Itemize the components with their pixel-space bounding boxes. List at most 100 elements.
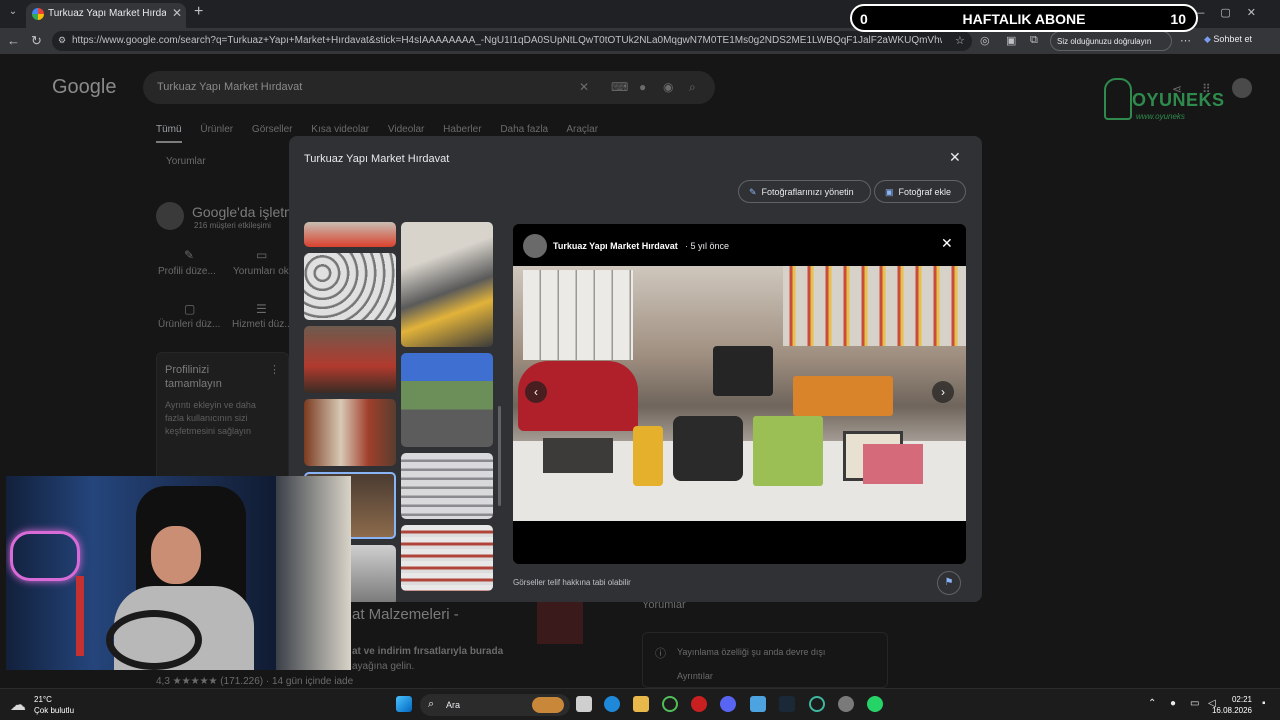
back-icon[interactable]: ← bbox=[7, 33, 20, 48]
tab-products[interactable]: Ürünler bbox=[200, 124, 233, 135]
thumbnail[interactable] bbox=[401, 525, 493, 591]
mascot-logo-icon bbox=[1104, 78, 1132, 120]
app-gray-icon[interactable] bbox=[838, 696, 854, 712]
tab-videos[interactable]: Videolar bbox=[388, 124, 425, 135]
site-info-icon[interactable]: ⚙ bbox=[58, 35, 66, 46]
clear-icon[interactable]: ✕ bbox=[579, 80, 589, 94]
profile-card-title: Profilinizi tamamlayın bbox=[165, 364, 222, 390]
browser-tab[interactable]: Turkuaz Yapı Market Hırdavat - Go ✕ bbox=[26, 3, 186, 28]
report-flag-icon[interactable]: ⚑ bbox=[937, 571, 961, 595]
notification-icon[interactable]: ▪ bbox=[1262, 698, 1266, 709]
action-read-reviews[interactable]: Yorumları ok bbox=[233, 266, 289, 277]
app-blue-icon[interactable] bbox=[750, 696, 766, 712]
tab-images[interactable]: Görseller bbox=[252, 124, 293, 135]
business-avatar bbox=[156, 202, 184, 230]
google-logo[interactable]: Google bbox=[52, 76, 117, 99]
search-query: Turkuaz Yapı Market Hırdavat bbox=[157, 81, 303, 93]
bg-result-heading: at Malzemeleri - bbox=[352, 606, 459, 623]
manage-photos-button[interactable]: ✎ Fotoğraflarınızı yönetin bbox=[738, 180, 871, 203]
photo-tool-case bbox=[543, 438, 613, 473]
clock-date: 16.08.2026 bbox=[1211, 706, 1252, 715]
profile-card-menu-icon[interactable]: ⋮ bbox=[269, 363, 280, 376]
thumbnail[interactable] bbox=[401, 222, 493, 347]
business-title: Google'da işletm bbox=[192, 204, 296, 220]
search-icon: ⌕ bbox=[428, 698, 435, 710]
next-photo-icon[interactable]: › bbox=[932, 381, 954, 403]
webcam-overlay bbox=[6, 476, 351, 670]
search-tabs: Tümü Ürünler Görseller Kısa videolar Vid… bbox=[156, 124, 614, 143]
upload-time: · 5 yıl önce bbox=[685, 241, 730, 251]
modal-title: Turkuaz Yapı Market Hırdavat bbox=[304, 153, 450, 165]
more-menu-icon[interactable]: ⋯ bbox=[1180, 34, 1191, 47]
steam-icon[interactable] bbox=[779, 696, 795, 712]
action-edit-products[interactable]: Ürünleri düz... bbox=[158, 319, 220, 330]
tab-shorts[interactable]: Kısa videolar bbox=[311, 124, 369, 135]
action-edit-services[interactable]: Hizmeti düz... bbox=[232, 319, 293, 330]
thumbnail-scrollbar[interactable] bbox=[498, 406, 501, 506]
viewer-close-icon[interactable]: ✕ bbox=[941, 235, 953, 252]
system-clock[interactable]: 02:21 16.08.2026 bbox=[1212, 694, 1252, 716]
tab-search-icon[interactable]: ⌄ bbox=[6, 6, 20, 20]
file-explorer-icon[interactable] bbox=[633, 696, 649, 712]
copilot-chat-button[interactable]: ◆ Sohbet et bbox=[1204, 34, 1252, 45]
mic-icon[interactable]: ● bbox=[639, 80, 646, 94]
products-icon[interactable]: ▢ bbox=[184, 302, 195, 316]
photo-orange-box bbox=[793, 376, 893, 416]
services-icon[interactable]: ☰ bbox=[256, 302, 267, 316]
photo-gallery-modal: Turkuaz Yapı Market Hırdavat ✕ ✎ Fotoğraf… bbox=[289, 136, 982, 602]
edge-icon[interactable] bbox=[604, 696, 620, 712]
add-photo-icon: ▣ bbox=[885, 187, 894, 197]
window-controls[interactable]: —▢✕ bbox=[1193, 6, 1272, 19]
verify-identity-button[interactable]: Siz olduğunuzu doğrulayın bbox=[1050, 31, 1172, 51]
thumbnail[interactable] bbox=[401, 353, 493, 447]
photo-toolbox bbox=[673, 416, 743, 481]
thumbnail[interactable] bbox=[304, 253, 396, 320]
edit-profile-icon[interactable]: ✎ bbox=[184, 248, 194, 262]
windows-taskbar: ☁ 21°C Çok bulutlu ⌕ Ara ⌃ ● ▭ ◁ 02:21 1… bbox=[0, 688, 1280, 720]
action-edit-profile[interactable]: Profili düze... bbox=[158, 266, 216, 277]
modal-close-icon[interactable]: ✕ bbox=[949, 149, 961, 166]
thumbnail[interactable] bbox=[401, 453, 493, 519]
whatsapp-icon[interactable] bbox=[867, 696, 883, 712]
previous-photo-icon[interactable]: ‹ bbox=[525, 381, 547, 403]
bg-details-link[interactable]: Ayrıntılar bbox=[677, 671, 713, 681]
split-screen-icon[interactable]: ▣ bbox=[1006, 34, 1016, 47]
start-icon[interactable] bbox=[396, 696, 412, 712]
network-icon[interactable]: ▭ bbox=[1190, 698, 1199, 709]
extension-icon[interactable]: ◎ bbox=[980, 34, 990, 47]
reviews-icon[interactable]: ▭ bbox=[256, 248, 267, 262]
add-photo-button[interactable]: ▣ Fotoğraf ekle bbox=[874, 180, 966, 203]
bookmark-star-icon[interactable]: ☆ bbox=[955, 34, 965, 47]
bg-disabled-card: ⓘ Yayınlama özelliği şu anda devre dışı … bbox=[642, 632, 888, 688]
tray-chevron-icon[interactable]: ⌃ bbox=[1148, 698, 1156, 709]
collections-icon[interactable]: ⧉ bbox=[1030, 34, 1038, 47]
thumbnail[interactable] bbox=[304, 222, 396, 247]
tab-reviews[interactable]: Yorumlar bbox=[166, 156, 206, 167]
microphone bbox=[76, 576, 84, 656]
photo-black-case bbox=[713, 346, 773, 396]
lens-icon[interactable]: ◉ bbox=[663, 80, 673, 94]
omnibox[interactable]: ⚙ https://www.google.com/search?q=Turkua… bbox=[52, 31, 972, 51]
tab-news[interactable]: Haberler bbox=[443, 124, 481, 135]
app-red-icon[interactable] bbox=[691, 696, 707, 712]
discord-icon[interactable] bbox=[720, 696, 736, 712]
search-icon[interactable]: ⌕ bbox=[689, 80, 696, 95]
taskbar-search[interactable]: ⌕ Ara bbox=[420, 694, 570, 716]
app-circle-icon[interactable] bbox=[809, 696, 825, 712]
new-tab-icon[interactable]: + bbox=[194, 3, 203, 21]
mic-tray-icon[interactable]: ● bbox=[1170, 698, 1176, 709]
thumbnail[interactable] bbox=[304, 399, 396, 466]
bg-result-line2: ayağına gelin. bbox=[352, 661, 415, 672]
thumbnail[interactable] bbox=[304, 326, 396, 393]
uploader-name[interactable]: Turkuaz Yapı Market Hırdavat bbox=[553, 241, 678, 251]
tab-all[interactable]: Tümü bbox=[156, 124, 182, 143]
reload-icon[interactable]: ↻ bbox=[31, 33, 42, 49]
app-u-icon[interactable] bbox=[662, 696, 678, 712]
taskbar-search-label: Ara bbox=[446, 700, 461, 710]
tab-more[interactable]: Daha fazla bbox=[500, 124, 548, 135]
tab-tools[interactable]: Araçlar bbox=[566, 124, 598, 135]
tab-close-icon[interactable]: ✕ bbox=[172, 6, 182, 20]
keyboard-icon[interactable]: ⌨ bbox=[611, 80, 628, 94]
google-search-box[interactable]: Turkuaz Yapı Market Hırdavat ✕ ⌨ ● ◉ ⌕ bbox=[143, 71, 715, 104]
task-view-icon[interactable] bbox=[576, 696, 592, 712]
